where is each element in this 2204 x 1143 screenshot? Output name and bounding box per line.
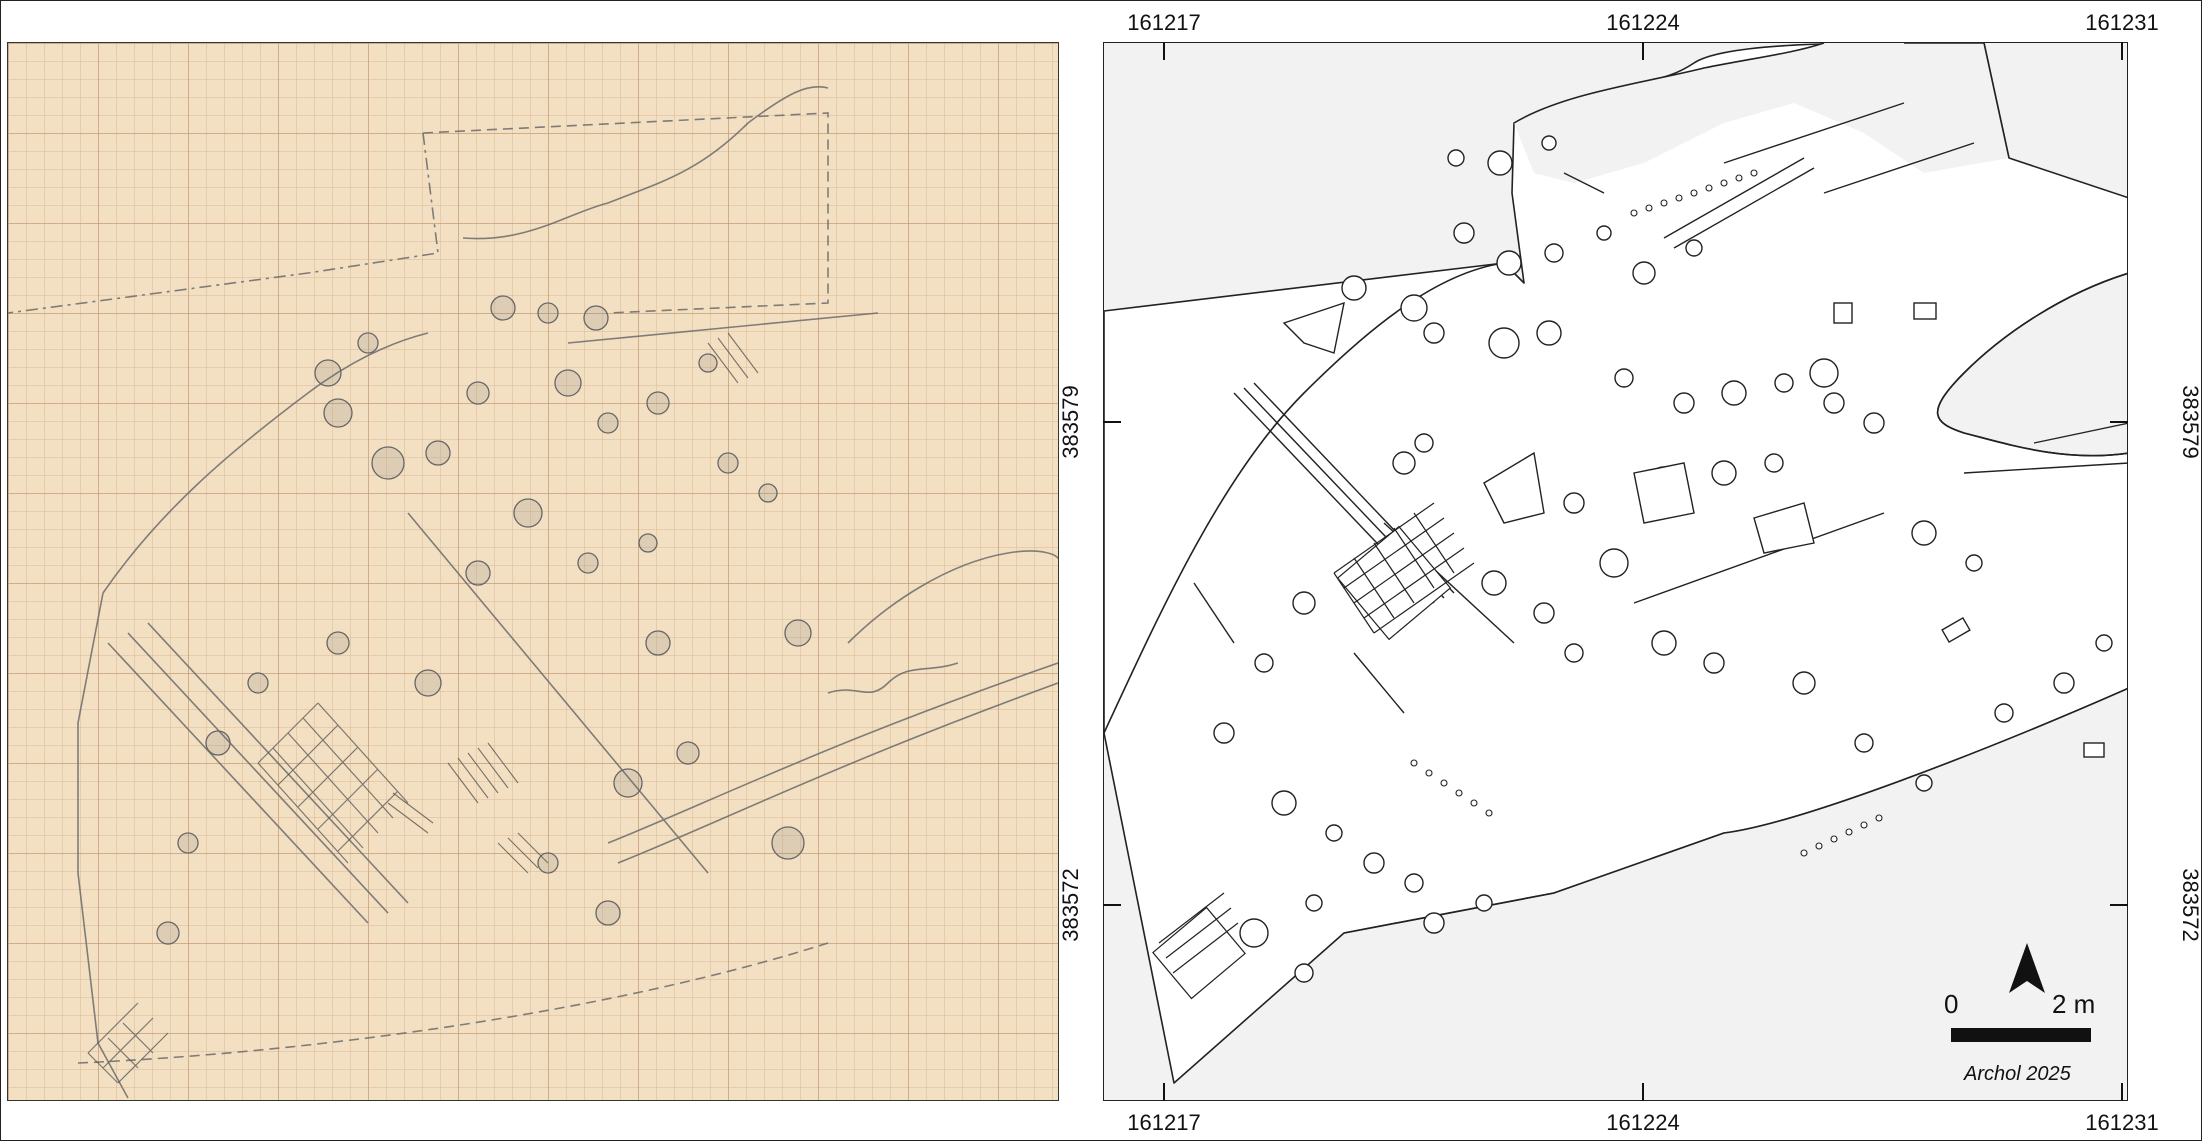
excavation-map: 0 2 m Archol 2025 (1103, 42, 2128, 1101)
map-credit: Archol 2025 (1964, 1063, 2071, 1085)
x-coord-top-1: 161217 (1127, 10, 1201, 35)
excavation-plan (1104, 43, 2127, 1100)
y-coord-right-1: 383579 (2178, 385, 2203, 459)
tick-top-2 (1642, 42, 1644, 60)
y-coord-right-2: 383572 (2178, 868, 2203, 942)
x-coord-bottom-3: 161231 (2085, 1110, 2159, 1135)
tick-right-2 (2110, 904, 2128, 906)
x-coord-bottom-2: 161224 (1606, 1110, 1680, 1135)
tick-bottom-2 (1642, 1083, 1644, 1101)
tick-bottom-1 (1163, 1083, 1165, 1101)
y-coord-left-2: 383572 (1058, 868, 1083, 942)
tick-right-1 (2110, 421, 2128, 423)
x-coord-bottom-1: 161217 (1127, 1110, 1201, 1135)
tick-left-2 (1103, 904, 1121, 906)
north-arrow-icon (2009, 943, 2045, 993)
scale-label-end: 2 m (2052, 989, 2096, 1019)
y-coord-left-1: 383579 (1058, 385, 1083, 459)
x-coord-top-3: 161231 (2085, 10, 2159, 35)
field-drawing-scan (7, 42, 1059, 1101)
pencil-sketch (8, 86, 1058, 1099)
tick-top-1 (1163, 42, 1165, 60)
tick-bottom-3 (2121, 1083, 2123, 1101)
scale-label-start: 0 (1944, 989, 1959, 1019)
x-coord-top-2: 161224 (1606, 10, 1680, 35)
tick-left-1 (1103, 421, 1121, 423)
tick-top-3 (2121, 42, 2123, 60)
scale-bar (1951, 1028, 2091, 1042)
